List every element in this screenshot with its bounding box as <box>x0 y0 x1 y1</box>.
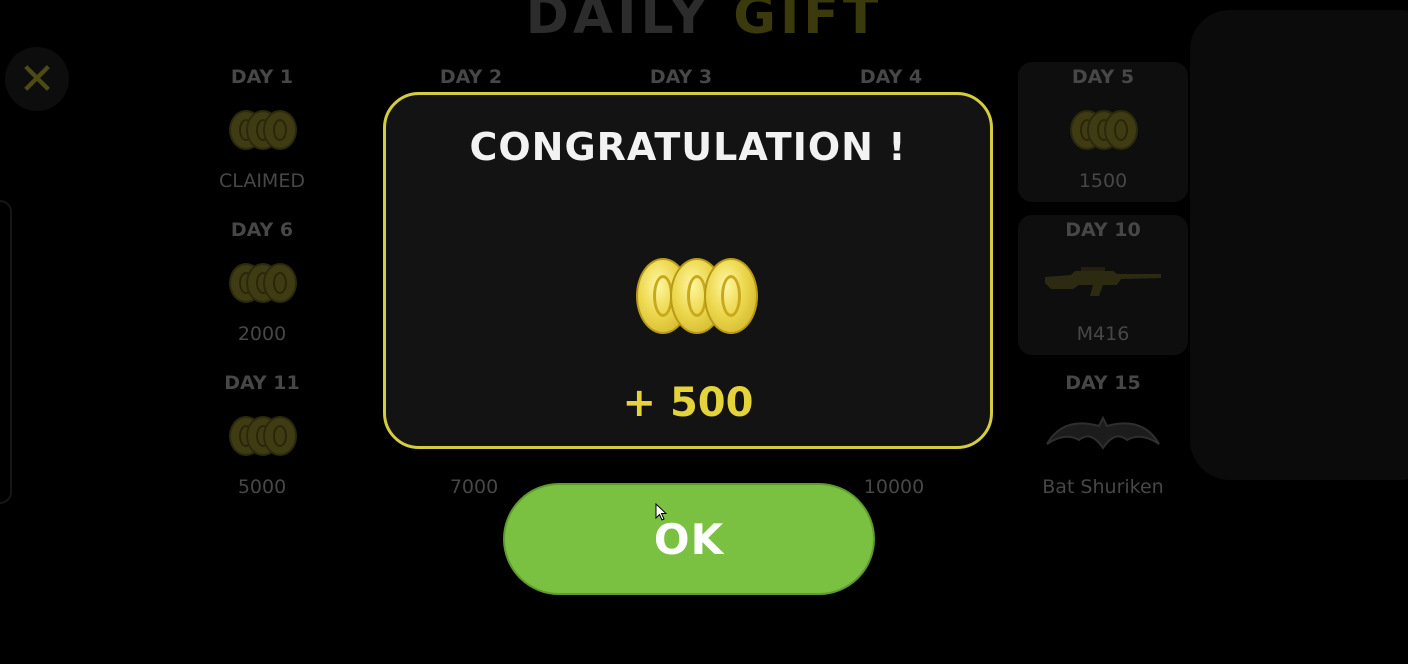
background-side-panel <box>1190 10 1408 480</box>
ok-button[interactable]: OK <box>503 483 875 595</box>
close-button[interactable]: ✕ <box>5 47 69 111</box>
day-cell-15[interactable]: DAY 15 Bat Shuriken <box>1018 368 1188 508</box>
dialog-title: CONGRATULATION ! <box>469 125 907 169</box>
coins-icon <box>1063 102 1143 152</box>
close-icon: ✕ <box>18 53 56 105</box>
mouse-cursor-icon <box>655 503 668 521</box>
coins-icon <box>222 408 302 458</box>
congratulation-dialog: CONGRATULATION ! + 500 <box>383 92 993 449</box>
rifle-icon <box>1045 267 1161 296</box>
day-cell-6[interactable]: DAY 6 2000 <box>177 215 347 355</box>
coins-icon <box>222 102 302 152</box>
bat-shuriken-icon <box>1046 415 1160 450</box>
gold-coins-icon <box>636 258 761 336</box>
day-cell-11[interactable]: DAY 11 5000 <box>177 368 347 508</box>
background-left-edge <box>0 200 12 504</box>
day-cell-10[interactable]: DAY 10 M416 <box>1018 215 1188 355</box>
reward-amount: + 500 <box>622 380 754 426</box>
coins-icon <box>222 255 302 305</box>
day-cell-5[interactable]: DAY 5 1500 <box>1018 62 1188 202</box>
day-cell-1[interactable]: DAY 1 CLAIMED <box>177 62 347 202</box>
